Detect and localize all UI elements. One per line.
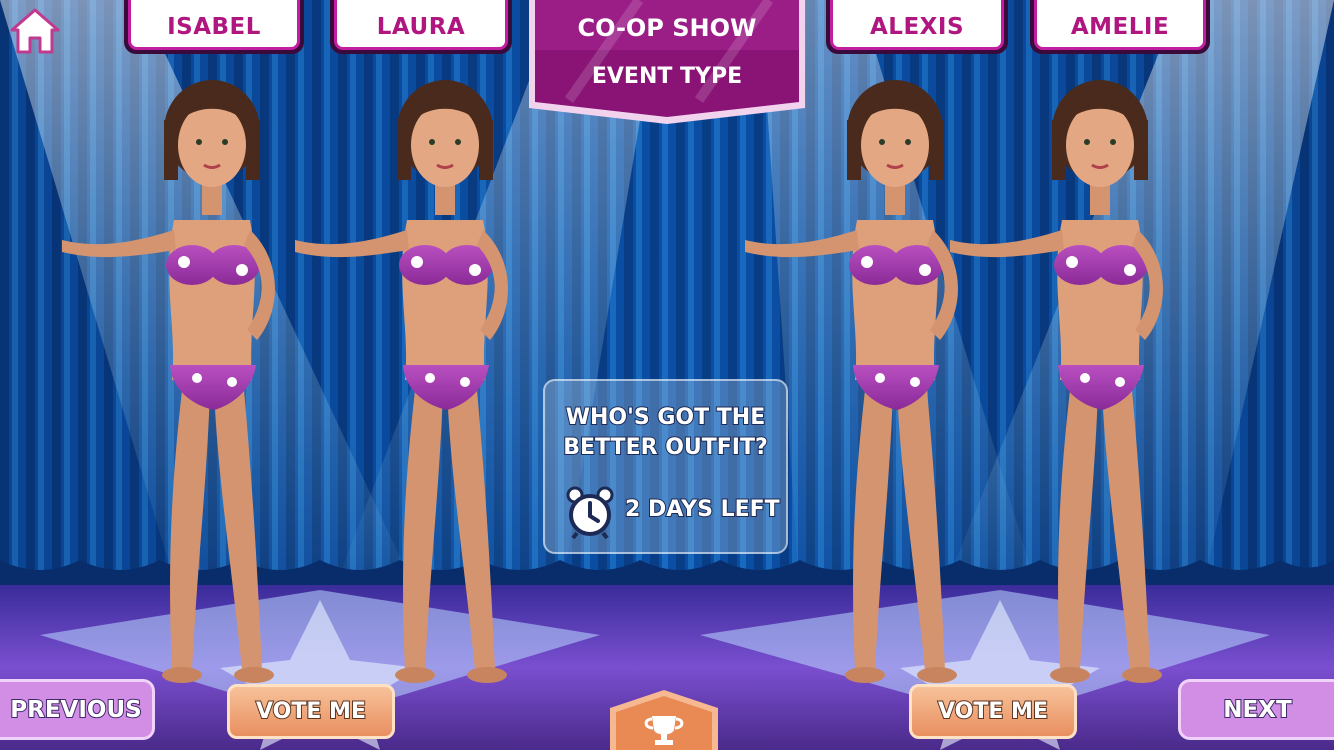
contestant-name: LAURA: [376, 14, 466, 40]
vote-prompt-panel: WHO'S GOT THE BETTER OUTFIT? 2 DAYS LEFT: [543, 379, 788, 554]
event-subtitle: EVENT TYPE: [591, 64, 743, 89]
previous-button[interactable]: PREVIOUS: [0, 679, 155, 740]
contestant-name: ALEXIS: [869, 14, 965, 40]
contestant-tab-amelie[interactable]: AMELIE: [1030, 0, 1210, 54]
next-button[interactable]: NEXT: [1178, 679, 1334, 740]
vote-left-button[interactable]: VOTE ME: [227, 684, 395, 739]
alarm-clock-icon: [566, 486, 614, 539]
contestant-tab-alexis[interactable]: ALEXIS: [826, 0, 1008, 54]
contestant-tab-laura[interactable]: LAURA: [330, 0, 512, 54]
show-stage: ISABEL LAURA ALEXIS AMELIE CO-OP SHOW EV…: [0, 0, 1334, 750]
contestant-tab-isabel[interactable]: ISABEL: [124, 0, 304, 54]
home-icon[interactable]: [8, 6, 62, 56]
contestant-name: AMELIE: [1070, 14, 1170, 40]
vote-question: WHO'S GOT THE BETTER OUTFIT?: [562, 404, 769, 461]
event-title: CO-OP SHOW: [577, 14, 757, 42]
vote-right-button[interactable]: VOTE ME: [909, 684, 1077, 739]
trophy-icon[interactable]: [610, 690, 718, 750]
contestant-name: ISABEL: [167, 14, 261, 40]
time-left-label: 2 DAYS LEFT: [624, 496, 781, 523]
event-banner: CO-OP SHOW EVENT TYPE: [529, 0, 805, 130]
